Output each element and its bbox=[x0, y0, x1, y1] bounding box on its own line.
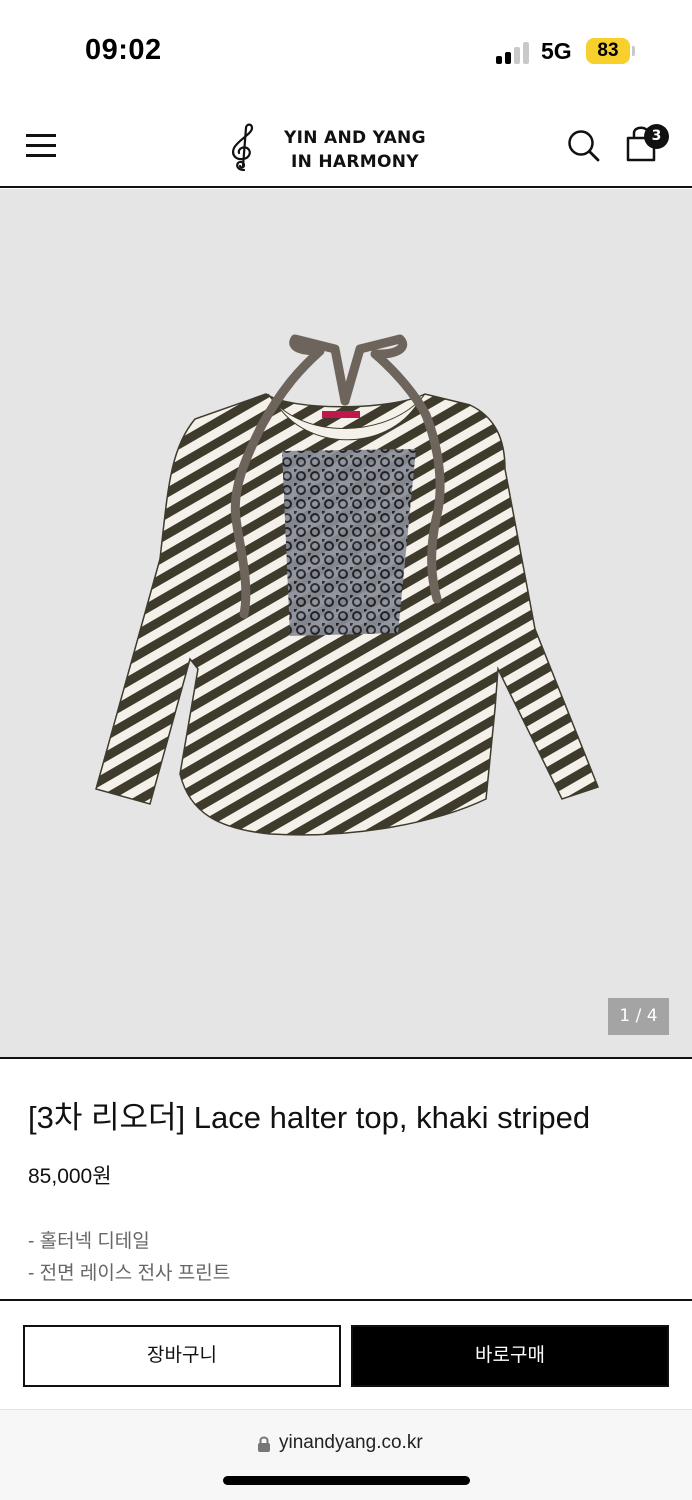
cart-count-badge: 3 bbox=[644, 124, 669, 149]
url-text[interactable]: yinandyang.co.kr bbox=[279, 1432, 423, 1454]
search-icon[interactable] bbox=[566, 128, 600, 164]
brand-line-1: YIN AND YANG bbox=[284, 128, 426, 148]
brand-name: YIN AND YANG IN HARMONY bbox=[284, 126, 426, 174]
hamburger-menu-icon[interactable] bbox=[26, 134, 58, 158]
add-to-cart-button[interactable]: 장바구니 bbox=[23, 1325, 341, 1387]
product-image[interactable] bbox=[0, 189, 692, 1057]
detail-line: - 홀터넥 디테일 bbox=[28, 1231, 150, 1252]
browser-address-bar[interactable]: yinandyang.co.kr bbox=[0, 1409, 692, 1500]
product-title: [3차 리오더] Lace halter top, khaki striped bbox=[28, 1100, 591, 1135]
product-details: - 홀터넥 디테일 - 전면 레이스 전사 프린트 bbox=[28, 1226, 230, 1290]
status-bar: 09:02 5G 83 bbox=[0, 0, 692, 100]
detail-line: - 전면 레이스 전사 프린트 bbox=[28, 1263, 231, 1284]
home-indicator[interactable] bbox=[223, 1476, 470, 1485]
site-header: YIN AND YANG IN HARMONY bbox=[0, 100, 692, 188]
gallery-counter: 1 / 4 bbox=[608, 998, 669, 1035]
lock-icon bbox=[258, 1436, 270, 1452]
treble-clef-icon bbox=[232, 123, 254, 172]
network-type: 5G bbox=[541, 38, 572, 64]
battery-icon: 83 bbox=[586, 38, 630, 64]
product-price: 85,000원 bbox=[28, 1165, 112, 1188]
divider bbox=[0, 1057, 692, 1059]
status-time: 09:02 bbox=[85, 34, 162, 66]
signal-strength-icon bbox=[496, 40, 532, 64]
brand-line-2: IN HARMONY bbox=[290, 152, 419, 172]
battery-tip bbox=[632, 46, 635, 56]
brand-logo[interactable]: YIN AND YANG IN HARMONY bbox=[222, 122, 432, 172]
buy-now-button[interactable]: 바로구매 bbox=[351, 1325, 669, 1387]
product-gallery[interactable] bbox=[0, 189, 692, 1057]
purchase-action-bar: 장바구니 바로구매 bbox=[0, 1299, 692, 1409]
